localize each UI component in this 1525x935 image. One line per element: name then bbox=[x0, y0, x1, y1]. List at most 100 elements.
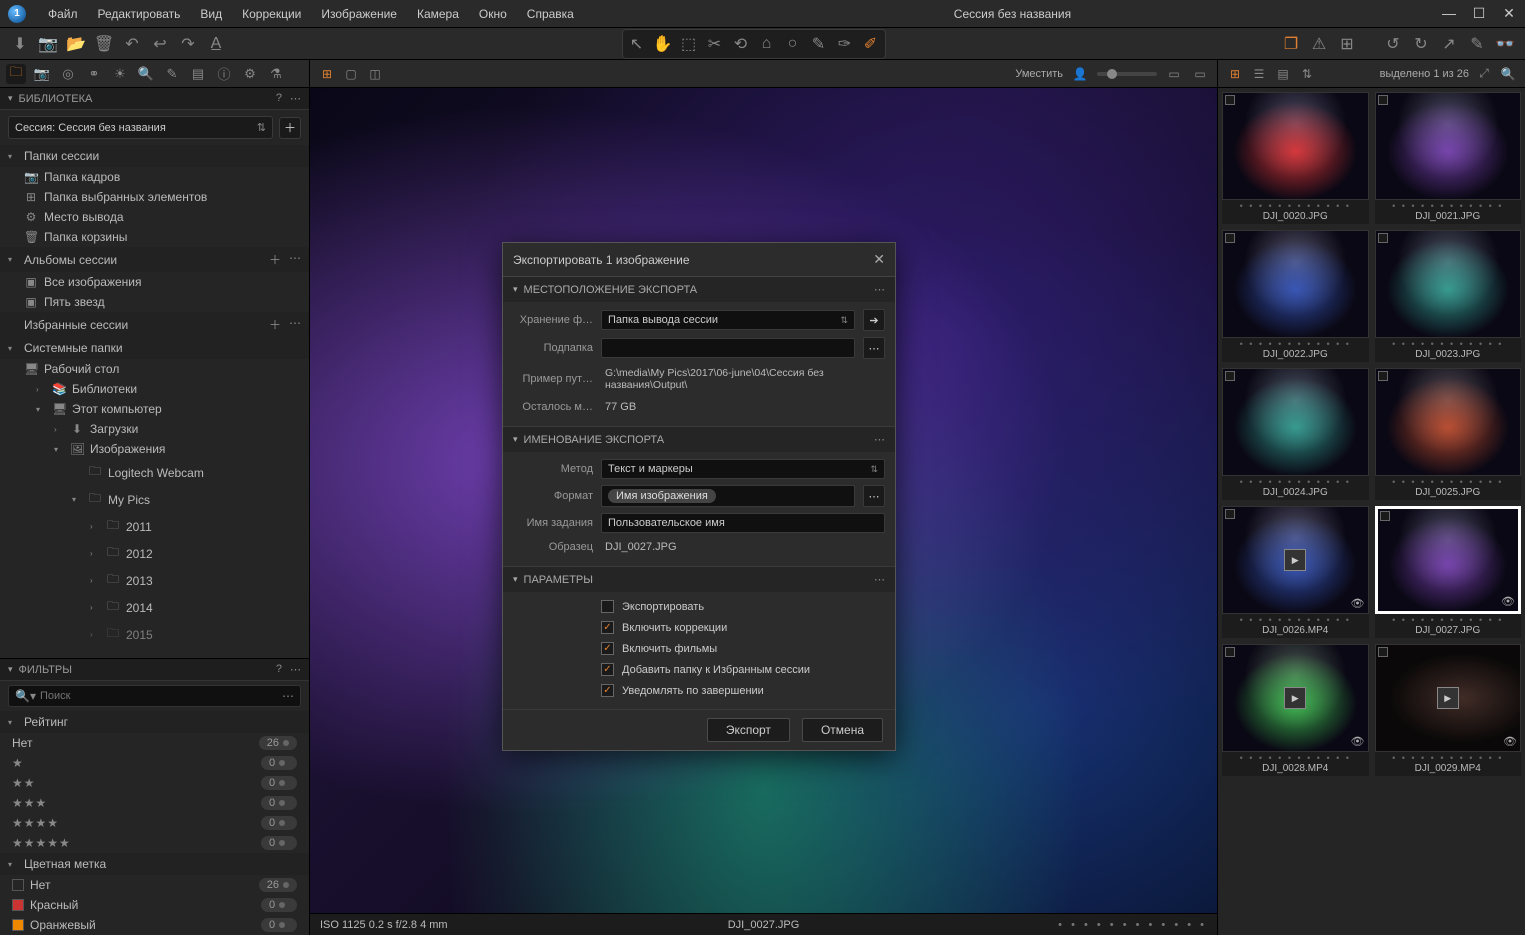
rating-none[interactable]: Нет26 bbox=[0, 733, 309, 753]
copies-icon[interactable]: ❐ bbox=[1279, 32, 1303, 56]
dialog-title[interactable]: Экспортировать 1 изображение ✕ bbox=[503, 243, 895, 277]
trash-icon[interactable]: 🗑 bbox=[92, 32, 116, 56]
fit-label[interactable]: Уместить bbox=[1015, 68, 1063, 80]
browser-expand-icon[interactable]: ⤢ bbox=[1475, 65, 1493, 83]
thumb-rating-dots[interactable]: • • • • • • • • • • • • bbox=[1392, 754, 1503, 762]
dialog-close-icon[interactable]: ✕ bbox=[873, 251, 885, 268]
thumb-checkbox[interactable] bbox=[1380, 511, 1390, 521]
captures-folder[interactable]: 📷Папка кадров bbox=[0, 167, 309, 187]
rotate-icon[interactable]: ⟲ bbox=[729, 32, 753, 56]
all-images-album[interactable]: ▣Все изображения bbox=[0, 272, 309, 292]
color-red[interactable]: Красный0 bbox=[0, 895, 309, 915]
export-button[interactable]: Экспорт bbox=[707, 718, 790, 742]
rating-dots[interactable]: • • • • • • • • • • • • bbox=[1058, 919, 1207, 931]
thumb-rating-dots[interactable]: • • • • • • • • • • • • bbox=[1240, 340, 1351, 348]
thumb-checkbox[interactable] bbox=[1225, 509, 1235, 519]
rating-1[interactable]: ★0 bbox=[0, 753, 309, 773]
brush-icon[interactable]: ✎ bbox=[807, 32, 831, 56]
subfolder-browse-button[interactable]: ⋯ bbox=[863, 337, 885, 359]
browser-search-icon[interactable]: 🔍 bbox=[1499, 65, 1517, 83]
view-split-icon[interactable]: ◫ bbox=[366, 65, 384, 83]
output-folder[interactable]: ⚙Место вывода bbox=[0, 207, 309, 227]
tab-capture-icon[interactable]: 📷 bbox=[32, 64, 52, 84]
menu-window[interactable]: Окно bbox=[469, 3, 517, 25]
thumbnail[interactable]: • • • • • • • • • • • •DJI_0025.JPG bbox=[1375, 368, 1522, 500]
thumb-rating-dots[interactable]: • • • • • • • • • • • • bbox=[1392, 340, 1503, 348]
window-maximize-icon[interactable]: ☐ bbox=[1471, 5, 1487, 22]
this-pc-folder[interactable]: ▾🖥Этот компьютер bbox=[0, 399, 309, 419]
menu-edit[interactable]: Редактировать bbox=[88, 3, 191, 25]
view-single-icon[interactable]: ▢ bbox=[342, 65, 360, 83]
thumbnail[interactable]: • • • • • • • • • • • •DJI_0023.JPG bbox=[1375, 230, 1522, 362]
thumbnail[interactable]: ▶👁• • • • • • • • • • • •DJI_0026.MP4 bbox=[1222, 506, 1369, 638]
session-albums-header[interactable]: ▾Альбомы сессии＋⋯ bbox=[0, 247, 309, 272]
help-icon[interactable]: ? bbox=[276, 663, 282, 676]
session-selector[interactable]: Сессия: Сессия без названия⇅ bbox=[8, 116, 273, 139]
add-album-icon[interactable]: ＋ bbox=[269, 251, 281, 268]
system-folders-header[interactable]: ▾Системные папки bbox=[0, 337, 309, 359]
trash-folder[interactable]: 🗑Папка корзины bbox=[0, 227, 309, 247]
year-2014-folder[interactable]: ›🗀2014 bbox=[0, 594, 309, 621]
thumbnail[interactable]: • • • • • • • • • • • •DJI_0022.JPG bbox=[1222, 230, 1369, 362]
auto-adjust-icon[interactable]: A̲ bbox=[204, 32, 228, 56]
year-2011-folder[interactable]: ›🗀2011 bbox=[0, 513, 309, 540]
tab-details-icon[interactable]: 🔍 bbox=[136, 64, 156, 84]
thumbnail[interactable]: ▶👁• • • • • • • • • • • •DJI_0029.MP4 bbox=[1375, 644, 1522, 776]
menu-camera[interactable]: Камера bbox=[407, 3, 469, 25]
rotate-left-icon[interactable]: ↺ bbox=[1381, 32, 1405, 56]
thumbnail[interactable]: • • • • • • • • • • • •DJI_0021.JPG bbox=[1375, 92, 1522, 224]
tab-lens-icon[interactable]: ◎ bbox=[58, 64, 78, 84]
method-selector[interactable]: Текст и маркеры⇅ bbox=[601, 459, 885, 479]
menu-view[interactable]: Вид bbox=[190, 3, 232, 25]
import-icon[interactable]: ⬇ bbox=[8, 32, 32, 56]
rating-2[interactable]: ★★0 bbox=[0, 773, 309, 793]
more-icon[interactable]: ⋯ bbox=[289, 316, 301, 333]
desktop-folder[interactable]: 🖥Рабочий стол bbox=[0, 359, 309, 379]
thumbnail[interactable]: • • • • • • • • • • • •DJI_0020.JPG bbox=[1222, 92, 1369, 224]
format-browse-button[interactable]: ⋯ bbox=[863, 485, 885, 507]
thumb-checkbox[interactable] bbox=[1378, 95, 1388, 105]
thumb-rating-dots[interactable]: • • • • • • • • • • • • bbox=[1392, 202, 1503, 210]
five-stars-album[interactable]: ▣Пять звезд bbox=[0, 292, 309, 312]
more-icon[interactable]: ⋯ bbox=[289, 251, 301, 268]
export-params-header[interactable]: ▾ПАРАМЕТРЫ⋯ bbox=[503, 567, 895, 592]
thumb-rating-dots[interactable]: • • • • • • • • • • • • bbox=[1392, 616, 1503, 624]
favorites-header[interactable]: Избранные сессии＋⋯ bbox=[0, 312, 309, 337]
chk-adjustments[interactable] bbox=[601, 621, 614, 634]
library-header[interactable]: ▾ БИБЛИОТЕКА ?⋯ bbox=[0, 88, 309, 110]
edit-icon[interactable]: ✎ bbox=[1465, 32, 1489, 56]
chk-notify[interactable] bbox=[601, 684, 614, 697]
chk-movies[interactable] bbox=[601, 642, 614, 655]
hand-icon[interactable]: ✋ bbox=[651, 32, 675, 56]
chk-favorites[interactable] bbox=[601, 663, 614, 676]
redo-back-icon[interactable]: ↩ bbox=[148, 32, 172, 56]
logitech-folder[interactable]: 🗀Logitech Webcam bbox=[0, 459, 309, 486]
thumb-rating-dots[interactable]: • • • • • • • • • • • • bbox=[1240, 202, 1351, 210]
session-folders-header[interactable]: ▾Папки сессии bbox=[0, 145, 309, 167]
glasses-icon[interactable]: 👓 bbox=[1493, 32, 1517, 56]
thumb-checkbox[interactable] bbox=[1225, 233, 1235, 243]
selects-folder[interactable]: ⊞Папка выбранных элементов bbox=[0, 187, 309, 207]
export-location-header[interactable]: ▾МЕСТОПОЛОЖЕНИЕ ЭКСПОРТА⋯ bbox=[503, 277, 895, 302]
store-files-selector[interactable]: Папка вывода сессии⇅ bbox=[601, 310, 855, 330]
search-input[interactable]: 🔍▾ ⋯ bbox=[8, 685, 301, 707]
thumb-checkbox[interactable] bbox=[1225, 647, 1235, 657]
add-session-button[interactable]: ＋ bbox=[279, 117, 301, 139]
export-arrow-icon[interactable]: ↗ bbox=[1437, 32, 1461, 56]
rating-header[interactable]: ▾Рейтинг bbox=[0, 711, 309, 733]
tab-settings-icon[interactable]: ⚙ bbox=[240, 64, 260, 84]
thumbnail[interactable]: ▶👁• • • • • • • • • • • •DJI_0028.MP4 bbox=[1222, 644, 1369, 776]
profile-icon[interactable]: 👤 bbox=[1071, 65, 1089, 83]
keystone-icon[interactable]: ⌂ bbox=[755, 32, 779, 56]
pointer-icon[interactable]: ↖ bbox=[625, 32, 649, 56]
tab-library-icon[interactable]: 🗀 bbox=[6, 64, 26, 84]
undo-icon[interactable]: ↶ bbox=[120, 32, 144, 56]
rating-4[interactable]: ★★★★0 bbox=[0, 813, 309, 833]
tab-info-icon[interactable]: ⓘ bbox=[214, 64, 234, 84]
open-folder-icon[interactable]: 📂 bbox=[64, 32, 88, 56]
year-2015-folder[interactable]: ›🗀2015 bbox=[0, 621, 309, 648]
view-grid-icon[interactable]: ⊞ bbox=[318, 65, 336, 83]
thumb-checkbox[interactable] bbox=[1225, 371, 1235, 381]
more-icon[interactable]: ⋯ bbox=[874, 573, 885, 586]
thumb-checkbox[interactable] bbox=[1378, 371, 1388, 381]
